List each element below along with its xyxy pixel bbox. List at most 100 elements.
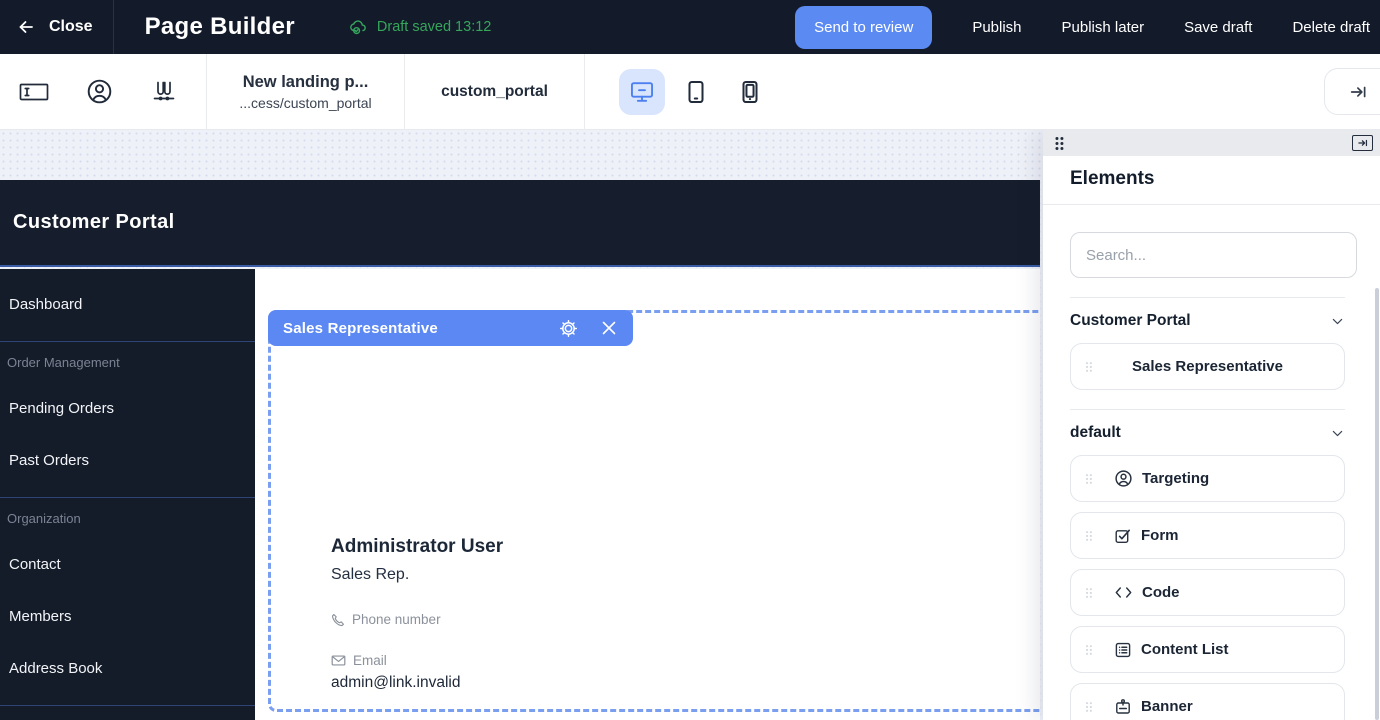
mobile-preview-button[interactable]: [727, 69, 773, 115]
app-title: Page Builder: [145, 13, 295, 41]
element-group-header-default[interactable]: default: [1070, 421, 1345, 445]
panel-scrollbar[interactable]: [1375, 288, 1379, 720]
drag-handle-icon[interactable]: [1085, 643, 1093, 656]
topbar-actions: Send to review Publish Publish later Sav…: [795, 6, 1380, 49]
element-card-banner[interactable]: Banner: [1070, 683, 1345, 720]
group-label: Customer Portal: [1070, 312, 1191, 330]
site-nav: Dashboard Order ManagementPending OrdersP…: [0, 269, 255, 720]
collapse-panel-button[interactable]: [1324, 68, 1380, 115]
text-field-icon: [19, 81, 49, 103]
topbar-divider: [113, 0, 114, 54]
element-card-form[interactable]: Form: [1070, 512, 1345, 559]
page-selector[interactable]: New landing p... ...cess/custom_portal: [207, 73, 404, 111]
element-card-code[interactable]: Code: [1070, 569, 1345, 616]
close-icon: [600, 319, 618, 337]
rep-email-label: Email: [353, 653, 387, 668]
cloud-check-icon: [349, 18, 369, 36]
element-card-sales-representative[interactable]: Sales Representative: [1070, 343, 1345, 390]
rep-phone-row: Phone number: [331, 612, 503, 627]
builder-toolbar: New landing p... ...cess/custom_portal c…: [0, 54, 1380, 130]
email-icon: [331, 654, 346, 667]
panel-title: Elements: [1043, 156, 1380, 205]
element-label-text: Sales Representative: [283, 320, 537, 337]
site-content: Sales Representative Administrator User …: [255, 269, 1040, 720]
publish-button[interactable]: Publish: [972, 19, 1021, 36]
panel-divider: [1070, 297, 1345, 298]
draft-status: Draft saved 13:12: [349, 18, 491, 36]
panel-divider: [1070, 409, 1345, 410]
nav-section-order-management: Order Management: [0, 342, 255, 382]
drag-handle-icon[interactable]: [1085, 529, 1093, 542]
text-field-tool-button[interactable]: [19, 81, 49, 103]
element-card-label: Content List: [1141, 641, 1229, 658]
back-arrow-icon: [17, 18, 35, 36]
site-header: Customer Portal: [0, 180, 1040, 267]
sales-rep-card: Administrator User Sales Rep. Phone numb…: [331, 536, 503, 692]
nav-item-address-book[interactable]: Address Book: [0, 642, 255, 694]
tablet-preview-button[interactable]: [673, 69, 719, 115]
drag-handle-icon[interactable]: [1085, 472, 1093, 485]
banner-icon: [1114, 698, 1132, 716]
element-group-header-customer-portal[interactable]: Customer Portal: [1070, 309, 1345, 333]
selected-element-label[interactable]: Sales Representative: [268, 310, 633, 346]
draft-status-text: Draft saved 13:12: [377, 19, 491, 35]
drag-handle-icon[interactable]: [1085, 360, 1093, 373]
element-card-label: Banner: [1141, 698, 1193, 715]
nav-item-contact[interactable]: Contact: [0, 538, 255, 590]
page-name: New landing p...: [207, 73, 404, 92]
selected-element[interactable]: Sales Representative Administrator User …: [268, 310, 1040, 712]
element-card-label: Targeting: [1142, 470, 1209, 487]
publish-later-button[interactable]: Publish later: [1062, 19, 1145, 36]
chevron-down-icon: [1330, 314, 1345, 329]
send-to-review-button[interactable]: Send to review: [795, 6, 932, 49]
search-input[interactable]: [1070, 232, 1357, 278]
rep-name: Administrator User: [331, 536, 503, 558]
panel-groups: Customer Portal Sales Representative defau…: [1070, 297, 1345, 720]
nav-item-past-orders[interactable]: Past Orders: [0, 434, 255, 486]
device-preview-switch: [619, 69, 773, 115]
element-card-targeting[interactable]: Targeting: [1070, 455, 1345, 502]
delete-draft-button[interactable]: Delete draft: [1292, 19, 1370, 36]
elements-panel: Elements Customer Portal Sales Representa…: [1043, 130, 1380, 720]
avatar-icon: [86, 78, 113, 105]
tab-custom-portal[interactable]: custom_portal: [405, 83, 584, 101]
content-list-icon: [1114, 641, 1132, 659]
drag-handle-icon[interactable]: [1085, 700, 1093, 713]
element-card-label: Form: [1141, 527, 1179, 544]
drag-handle-icon[interactable]: [1054, 136, 1065, 151]
nav-item-pending-orders[interactable]: Pending Orders: [0, 382, 255, 434]
rep-email-value: admin@link.invalid: [331, 674, 503, 692]
nav-item-members[interactable]: Members: [0, 590, 255, 642]
element-card-content-list[interactable]: Content List: [1070, 626, 1345, 673]
desktop-preview-button[interactable]: [619, 69, 665, 115]
avatar-tool-button[interactable]: [86, 78, 113, 105]
form-icon: [1114, 527, 1132, 545]
page-path: ...cess/custom_portal: [207, 95, 404, 111]
element-settings-button[interactable]: [559, 319, 578, 338]
collapse-right-icon: [1349, 83, 1369, 101]
rep-email-row: Email: [331, 653, 503, 668]
element-remove-button[interactable]: [600, 319, 618, 337]
page-builder-app: Close Page Builder Draft saved 13:12 Sen…: [0, 0, 1380, 720]
phone-icon: [331, 613, 345, 627]
element-card-label: Sales Representative: [1132, 358, 1283, 375]
nav-item-dashboard[interactable]: Dashboard: [0, 278, 255, 330]
element-card-label: Code: [1142, 584, 1180, 601]
toolbar-divider: [584, 54, 585, 130]
save-draft-button[interactable]: Save draft: [1184, 19, 1252, 36]
nav-item-settings[interactable]: Settings: [0, 706, 255, 720]
tablet-icon: [683, 79, 709, 105]
panel-collapse-button[interactable]: [1352, 135, 1373, 151]
drag-handle-icon[interactable]: [1085, 586, 1093, 599]
close-button[interactable]: Close: [0, 18, 93, 36]
code-icon: [1114, 585, 1133, 600]
toolbar-icon-group: [0, 78, 206, 105]
rep-phone-label: Phone number: [352, 612, 441, 627]
sliders-tool-button[interactable]: [150, 79, 176, 105]
panel-drag-strip[interactable]: [1043, 130, 1380, 156]
site-title: Customer Portal: [0, 211, 175, 234]
chevron-down-icon: [1330, 426, 1345, 441]
gear-icon: [559, 319, 578, 338]
close-label: Close: [49, 18, 93, 36]
rep-role: Sales Rep.: [331, 566, 503, 584]
